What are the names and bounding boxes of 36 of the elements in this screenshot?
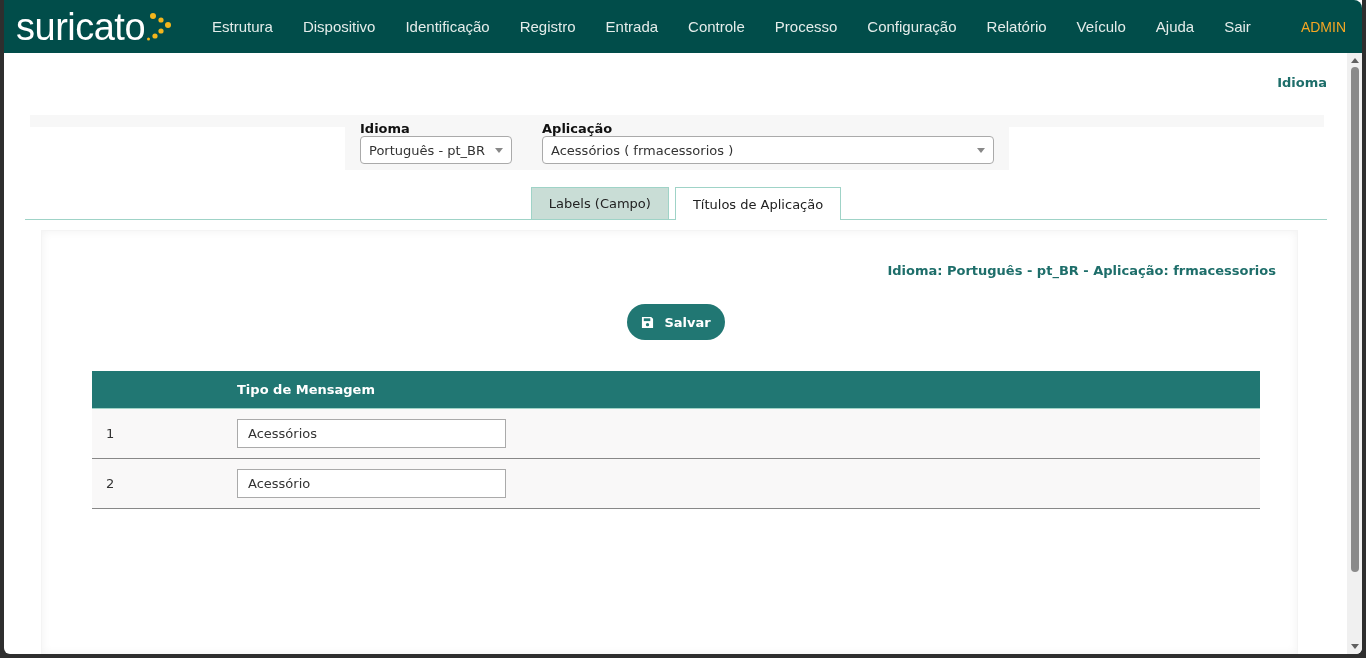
scroll-thumb[interactable]	[1350, 67, 1359, 572]
input-field[interactable]: Acessórios	[237, 419, 506, 448]
dropdown-arrow-icon	[977, 147, 985, 153]
menu-item[interactable]: Controle	[673, 18, 760, 35]
row-number: 1	[92, 408, 237, 459]
input-field[interactable]: Acessório	[237, 469, 506, 498]
menu-item[interactable]: Estrutura	[197, 18, 288, 35]
menu-item[interactable]: Relatório	[971, 18, 1062, 35]
scroll-up-icon[interactable]	[1350, 58, 1359, 63]
scroll-down-icon[interactable]	[1350, 644, 1359, 649]
save-button[interactable]: Salvar	[627, 304, 725, 340]
menu-item[interactable]: Processo	[759, 18, 853, 35]
logo-text[interactable]: suricato	[16, 7, 146, 46]
menu-item[interactable]: Configuração	[852, 18, 972, 35]
menu-item[interactable]: Sair	[1209, 18, 1266, 35]
field-label: Aplicação	[542, 121, 614, 136]
dropdown[interactable]: Português - pt_BR	[360, 136, 513, 164]
field-label: Idioma	[360, 121, 411, 136]
menu-item[interactable]: Dispositivo	[287, 18, 391, 35]
page-title: Idioma	[1277, 75, 1327, 92]
info-text: Idioma: Português - pt_BR - Aplicação: frmacessorios	[887, 263, 1276, 278]
menu-item[interactable]: Veículo	[1061, 18, 1141, 35]
menu-item[interactable]: Entrada	[590, 18, 674, 35]
save-icon	[641, 315, 655, 329]
dropdown-arrow-icon	[495, 147, 504, 153]
scrollbar[interactable]	[1347, 53, 1362, 654]
tab[interactable]: Labels (Campo)	[530, 187, 669, 219]
menu-item[interactable]: Ajuda	[1140, 18, 1210, 35]
dropdown[interactable]: Acessórios ( frmacessorios )	[542, 136, 994, 164]
row-number: 2	[92, 458, 237, 509]
dots-icon	[147, 11, 174, 42]
tab[interactable]: Títulos de Aplicação	[674, 187, 842, 220]
menu-item[interactable]: Registro	[504, 18, 591, 35]
column-header: Tipo de Mensagem	[237, 371, 1260, 409]
user-name[interactable]: ADMIN	[1300, 18, 1346, 35]
menu-item[interactable]: Identificação	[390, 18, 505, 35]
